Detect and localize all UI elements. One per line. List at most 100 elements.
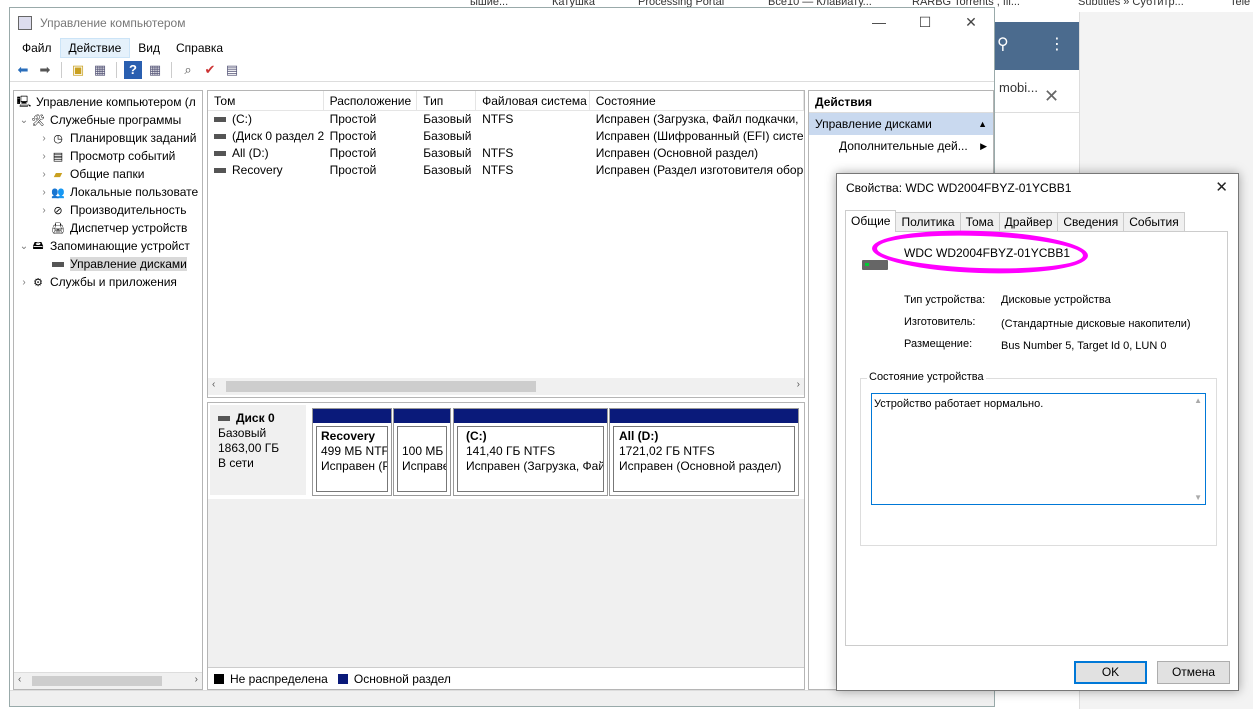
chevron-down-icon[interactable]: ⌄ <box>18 115 30 126</box>
table-row[interactable]: (C:) Простой Базовый NTFS Исправен (Загр… <box>208 111 804 128</box>
table-row[interactable]: (Диск 0 раздел 2) Простой Базовый Исправ… <box>208 128 804 145</box>
help-icon[interactable]: ? <box>124 60 142 79</box>
chevron-right-icon[interactable]: › <box>18 277 30 288</box>
menu-view[interactable]: Вид <box>130 39 168 57</box>
forward-icon[interactable]: ➡ <box>36 61 54 79</box>
partition-c[interactable]: (C:) 141,40 ГБ NTFS Исправен (Загрузка, … <box>453 408 608 496</box>
tree-item-device-manager[interactable]: 🖨 Диспетчер устройств <box>38 219 187 237</box>
volume-list-horizontal-scrollbar[interactable]: ‹ › <box>208 378 804 395</box>
device-manager-icon: 🖨 <box>51 222 65 235</box>
tools-icon: 🛠 <box>31 114 45 127</box>
tab-events[interactable]: События <box>1123 212 1185 232</box>
tree-item-shared-folders[interactable]: › ▰ Общие папки <box>38 165 144 183</box>
show-hide-tree-icon[interactable]: ▦ <box>91 61 109 79</box>
tab-policy[interactable]: Политика <box>895 212 961 232</box>
partition-recovery[interactable]: Recovery 499 МБ NTF Исправен (Р <box>312 408 392 496</box>
show-hide-action-pane-icon[interactable]: ▦ <box>146 61 164 79</box>
tree-item-storage[interactable]: ⌄ 🖴 Запоминающие устройст <box>18 237 190 255</box>
tree-item-label: Диспетчер устройств <box>70 221 188 235</box>
ok-button[interactable]: OK <box>1074 661 1147 684</box>
scroll-right-icon[interactable]: › <box>195 674 198 685</box>
tree-item-system-tools[interactable]: ⌄ 🛠 Служебные программы <box>18 111 181 129</box>
menu-action[interactable]: Действие <box>59 38 131 58</box>
bg-tab[interactable]: Tele <box>1230 0 1250 8</box>
tab-details[interactable]: Сведения <box>1057 212 1125 232</box>
partition-efi[interactable]: 100 МБ Исправе <box>393 408 451 496</box>
close-icon[interactable]: ✕ <box>1215 174 1228 202</box>
properties-icon[interactable]: ▤ <box>223 61 241 79</box>
tree-horizontal-scrollbar[interactable]: ‹ › <box>14 672 202 689</box>
checklist-icon[interactable]: ✔ <box>201 61 219 79</box>
column-header-type[interactable]: Тип <box>417 91 477 110</box>
column-header-layout[interactable]: Расположение <box>324 91 418 110</box>
cell-layout: Простой <box>329 146 377 160</box>
prop-label-device-type: Тип устройства: <box>904 294 986 306</box>
tree-item-label: Производительность <box>70 203 187 217</box>
column-header-status[interactable]: Состояние <box>590 91 804 110</box>
column-header-volume[interactable]: Том <box>208 91 324 110</box>
actions-more-actions[interactable]: Дополнительные дей... ▶ <box>809 135 993 157</box>
scroll-thumb[interactable] <box>226 381 536 392</box>
chevron-right-icon[interactable]: › <box>38 133 50 144</box>
dialog-tabs: Общие Политика Тома Драйвер Сведения Соб… <box>845 210 1185 232</box>
collapse-icon[interactable]: ▲ <box>978 113 987 135</box>
tab-driver[interactable]: Драйвер <box>998 212 1059 232</box>
tree-item-performance[interactable]: › ⊘ Производительность <box>38 201 186 219</box>
scroll-left-icon[interactable]: ‹ <box>212 379 215 390</box>
chevron-right-icon[interactable]: › <box>38 169 50 180</box>
tree-item-computer-management[interactable]: 🖳 Управление компьютером (л <box>16 93 196 111</box>
connect-icon[interactable]: ⌕ <box>179 61 197 79</box>
cancel-button[interactable]: Отмена <box>1157 661 1230 684</box>
menu-file[interactable]: Файл <box>14 39 60 57</box>
back-icon[interactable]: ⬅ <box>14 61 32 79</box>
cell-layout: Простой <box>329 163 377 177</box>
chevron-right-icon[interactable]: › <box>38 187 50 198</box>
scroll-thumb[interactable] <box>32 676 162 686</box>
search-icon[interactable]: ⚲ <box>997 34 1009 54</box>
actions-section-disk-management[interactable]: Управление дисками ▲ <box>809 113 993 135</box>
close-button[interactable]: ✕ <box>948 8 994 36</box>
tab-general[interactable]: Общие <box>845 210 897 232</box>
partition-d[interactable]: All (D:) 1721,02 ГБ NTFS Исправен (Основ… <box>609 408 799 496</box>
scroll-up-icon[interactable]: ▲ <box>1194 396 1202 405</box>
disk-0-label[interactable]: Диск 0 Базовый 1863,00 ГБ В сети <box>210 405 306 495</box>
column-header-filesystem[interactable]: Файловая система <box>476 91 590 110</box>
tree-item-label: Управление дисками <box>70 257 187 271</box>
chevron-right-icon[interactable]: › <box>38 205 50 216</box>
device-status-text: Устройство работает нормально. <box>874 398 1044 410</box>
menu-help[interactable]: Справка <box>168 39 231 57</box>
partition-name: (C:) <box>466 429 487 443</box>
chevron-right-icon[interactable]: › <box>38 151 50 162</box>
partition-size: 141,40 ГБ NTFS <box>466 444 556 458</box>
hard-drive-icon <box>862 260 888 270</box>
actions-item-label: Дополнительные дей... <box>839 139 968 153</box>
prop-label-location: Размещение: <box>904 338 973 350</box>
bg-tab[interactable]: Subtitles » Субтитр... <box>1078 0 1184 8</box>
disk-icon <box>50 257 66 271</box>
tree-item-disk-management[interactable]: Управление дисками <box>38 255 187 273</box>
chevron-down-icon[interactable]: ⌄ <box>18 241 30 252</box>
up-folder-icon[interactable]: ▣ <box>69 61 87 79</box>
tree-item-task-scheduler[interactable]: › ◷ Планировщик заданий <box>38 129 196 147</box>
table-row[interactable]: All (D:) Простой Базовый NTFS Исправен (… <box>208 145 804 162</box>
drive-icon <box>214 117 226 123</box>
tree-item-services-applications[interactable]: › ⚙ Службы и приложения <box>18 273 177 291</box>
disk-icon <box>218 416 230 422</box>
scroll-left-icon[interactable]: ‹ <box>18 674 21 685</box>
minimize-button[interactable]: — <box>856 8 902 36</box>
device-status-textbox[interactable]: Устройство работает нормально. ▲ ▼ <box>871 393 1206 505</box>
table-row[interactable]: Recovery Простой Базовый NTFS Исправен (… <box>208 162 804 179</box>
maximize-button[interactable]: ☐ <box>902 8 948 36</box>
close-icon[interactable]: ✕ <box>1044 86 1059 107</box>
scroll-right-icon[interactable]: › <box>797 379 800 390</box>
tree-item-local-users[interactable]: › 👥 Локальные пользовате <box>38 183 198 201</box>
more-icon[interactable]: ⋮ <box>1049 34 1065 54</box>
toolbar: ⬅ ➡ ▣ ▦ ? ▦ ⌕ ✔ ▤ <box>10 58 994 82</box>
cell-filesystem: NTFS <box>482 112 514 126</box>
scroll-down-icon[interactable]: ▼ <box>1194 493 1202 502</box>
menu-bar: Файл Действие Вид Справка <box>10 38 994 58</box>
legend-label: Не распределена <box>230 671 328 686</box>
tab-volumes[interactable]: Тома <box>959 212 1000 232</box>
tree-item-event-viewer[interactable]: › ▤ Просмотр событий <box>38 147 175 165</box>
tree-item-label: Управление компьютером (л <box>36 95 196 109</box>
